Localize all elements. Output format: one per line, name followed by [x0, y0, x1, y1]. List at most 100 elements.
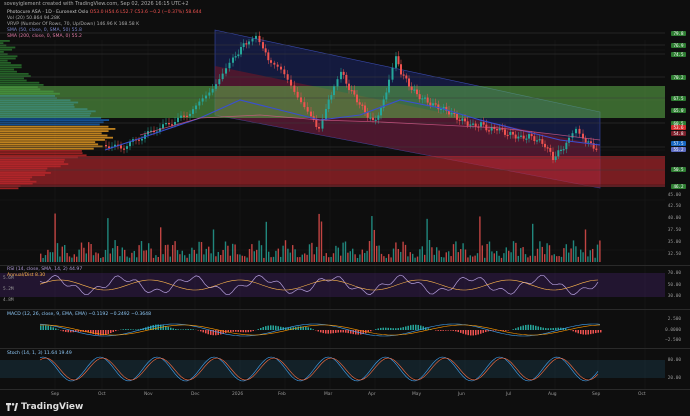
volume-bar — [181, 250, 183, 262]
macd-bar — [47, 325, 49, 330]
macd-bar — [252, 330, 254, 332]
candle-body — [315, 119, 318, 127]
candle-body — [180, 115, 182, 118]
volume-bar — [260, 245, 263, 262]
volume-bar — [572, 240, 575, 262]
volume-bar — [409, 252, 411, 262]
time-label: Oct — [638, 392, 646, 397]
pane-separator[interactable] — [0, 265, 690, 266]
macd-bar — [445, 330, 447, 331]
volume-bar — [361, 249, 363, 262]
candle-body — [544, 143, 546, 148]
volume-bar — [455, 241, 457, 262]
volume-bar — [246, 257, 248, 262]
candle-body — [514, 134, 517, 139]
candle-body — [434, 103, 437, 105]
volume-bar — [356, 257, 359, 262]
time-label: Mar — [324, 392, 333, 397]
volume-bar — [61, 246, 63, 262]
macd-bar — [245, 330, 247, 333]
macd-bar — [307, 327, 309, 330]
candle-body — [327, 99, 330, 109]
candle-body — [395, 56, 397, 68]
volume-bar — [400, 251, 402, 262]
profile-bar — [0, 136, 114, 139]
stoch-legend[interactable]: Stoch (14, 1, 3) 11.64 19.49 — [7, 351, 72, 356]
candle-body — [512, 131, 514, 135]
macd-bar — [585, 330, 587, 335]
macd-bar — [172, 328, 174, 330]
volume-bar — [366, 250, 368, 262]
candle-body — [429, 102, 432, 106]
macd-bar — [475, 330, 477, 336]
profile-bar — [0, 70, 17, 73]
volume-bar — [104, 249, 107, 262]
candle-body — [388, 79, 390, 93]
pane-separator[interactable] — [0, 389, 690, 390]
volume-bar — [323, 256, 325, 262]
red-zone-lower — [0, 184, 665, 187]
macd-bar — [465, 330, 467, 335]
volume-bar — [145, 250, 147, 262]
candle-body — [421, 98, 424, 100]
volume-bar — [503, 253, 505, 262]
candle-body — [437, 104, 440, 110]
candle-body — [221, 73, 224, 80]
volume-bar — [215, 256, 217, 262]
candle-body — [120, 145, 122, 149]
pane-separator[interactable] — [0, 348, 690, 349]
price-tag: 79.8 — [671, 30, 686, 36]
macd-bar — [402, 327, 404, 330]
volume-bar — [251, 244, 253, 262]
volume-bar — [404, 244, 407, 262]
macd-bar — [502, 330, 504, 331]
macd-bar — [190, 329, 192, 330]
macd-bar — [260, 327, 262, 330]
volume-bar — [364, 253, 366, 262]
candle-body — [536, 140, 538, 142]
candle-body — [195, 105, 197, 110]
macd-legend[interactable]: MACD (12, 26, close, 9, EMA, EMA) −0.119… — [7, 312, 151, 317]
sma50-legend[interactable]: SMA (50, close, 0, SMA, 50) 55.8 — [7, 28, 82, 33]
macd-bar — [580, 330, 582, 335]
main-legend[interactable]: Photocure ASA · 1D · Euronext Oslo O53.0… — [7, 10, 202, 15]
profile-bar — [0, 81, 40, 84]
candle-body — [340, 71, 342, 80]
macd-bar — [415, 324, 417, 330]
volume-bar — [258, 240, 260, 262]
rsi-legend[interactable]: RSI (14, close, SMA, 14, 2) 44.97 — [7, 267, 82, 272]
volume-bar — [294, 249, 296, 262]
volume-bar — [498, 255, 500, 262]
macd-bar — [187, 329, 189, 330]
candle-body — [366, 112, 369, 118]
rsi-axis-label: 70.00 — [667, 271, 681, 276]
candle-body — [192, 109, 194, 114]
candle-body — [228, 62, 231, 69]
candle-body — [189, 113, 191, 117]
macd-bar — [492, 330, 494, 331]
volume-bar — [340, 255, 342, 262]
price-chart[interactable] — [0, 0, 690, 416]
volume-bar — [256, 249, 258, 262]
profile-bar — [0, 128, 116, 130]
volume-bar — [580, 249, 582, 262]
macd-bar — [417, 324, 419, 330]
macd-bar — [582, 330, 584, 335]
time-label: Aug — [548, 392, 557, 397]
time-label: Sep — [51, 392, 60, 397]
macd-bar — [375, 329, 377, 330]
vol-legend[interactable]: Vol (20) 50.864 94.28K — [7, 16, 60, 21]
volume-bar — [80, 242, 83, 262]
macd-bar — [175, 328, 177, 330]
vrvp-legend[interactable]: VRVP (Number Of Rows, 70, Up/Down) 146.9… — [7, 22, 139, 27]
volume-bar — [565, 244, 567, 262]
macd-bar — [270, 325, 272, 330]
tradingview-logo[interactable]: TradingView — [6, 402, 83, 412]
pane-separator[interactable] — [0, 309, 690, 310]
candle-body — [552, 151, 554, 161]
candle-body — [488, 130, 490, 132]
volume-bar — [76, 256, 78, 262]
candle-body — [232, 57, 234, 63]
macd-bar — [215, 330, 217, 336]
sma200-legend[interactable]: SMA (200, close, 0, SMA, 0) 55.2 — [7, 34, 82, 39]
